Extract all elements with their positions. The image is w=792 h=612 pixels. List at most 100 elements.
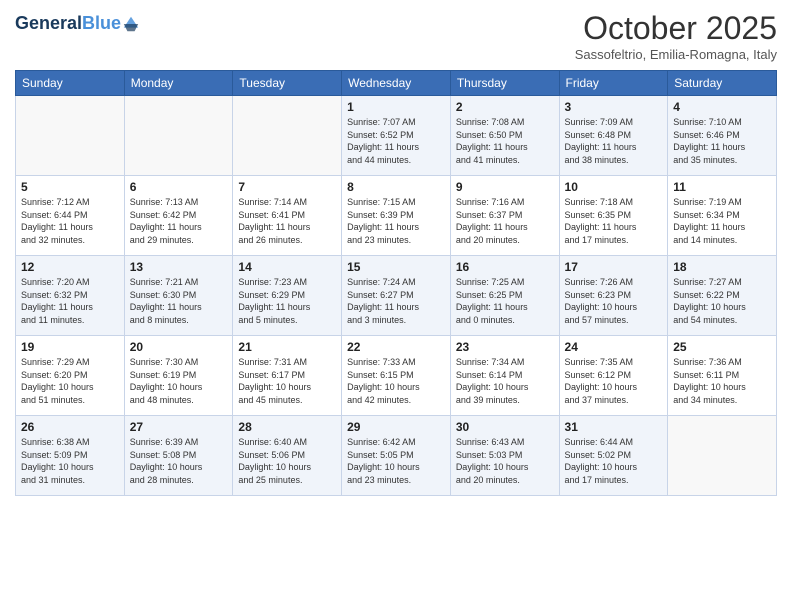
calendar-cell: 8Sunrise: 7:15 AM Sunset: 6:39 PM Daylig… (342, 176, 451, 256)
calendar-cell: 31Sunrise: 6:44 AM Sunset: 5:02 PM Dayli… (559, 416, 668, 496)
cell-content: Sunrise: 6:42 AM Sunset: 5:05 PM Dayligh… (347, 436, 445, 486)
cell-content: Sunrise: 7:23 AM Sunset: 6:29 PM Dayligh… (238, 276, 336, 326)
calendar-cell: 28Sunrise: 6:40 AM Sunset: 5:06 PM Dayli… (233, 416, 342, 496)
cell-content: Sunrise: 7:25 AM Sunset: 6:25 PM Dayligh… (456, 276, 554, 326)
calendar-cell: 3 Sunrise: 7:09 AM Sunset: 6:48 PM Daylig… (559, 96, 668, 176)
logo-icon (122, 15, 140, 33)
cell-content: Sunrise: 7:13 AM Sunset: 6:42 PM Dayligh… (130, 196, 228, 246)
day-number: 5 (21, 180, 119, 194)
col-header-monday: Monday (124, 71, 233, 96)
day-number: 22 (347, 340, 445, 354)
logo-text: GeneralBlue (15, 14, 121, 34)
cell-content: Sunrise: 6:39 AM Sunset: 5:08 PM Dayligh… (130, 436, 228, 486)
day-number: 21 (238, 340, 336, 354)
week-row-2: 5 Sunrise: 7:12 AM Sunset: 6:44 PM Daylig… (16, 176, 777, 256)
cell-content: Sunrise: 6:44 AM Sunset: 5:02 PM Dayligh… (565, 436, 663, 486)
cell-content: Sunrise: 7:30 AM Sunset: 6:19 PM Dayligh… (130, 356, 228, 406)
calendar-cell: 14 Sunrise: 7:23 AM Sunset: 6:29 PM Dayli… (233, 256, 342, 336)
calendar-cell: 19Sunrise: 7:29 AM Sunset: 6:20 PM Dayli… (16, 336, 125, 416)
calendar-cell: 22Sunrise: 7:33 AM Sunset: 6:15 PM Dayli… (342, 336, 451, 416)
calendar-cell: 2 Sunrise: 7:08 AM Sunset: 6:50 PM Daylig… (450, 96, 559, 176)
cell-content: Sunrise: 7:35 AM Sunset: 6:12 PM Dayligh… (565, 356, 663, 406)
calendar-cell (16, 96, 125, 176)
calendar-table: SundayMondayTuesdayWednesdayThursdayFrid… (15, 70, 777, 496)
week-row-5: 26 Sunrise: 6:38 AM Sunset: 5:09 PM Dayli… (16, 416, 777, 496)
calendar-cell (233, 96, 342, 176)
day-number: 3 (565, 100, 663, 114)
day-number: 16 (456, 260, 554, 274)
calendar-cell: 21 Sunrise: 7:31 AM Sunset: 6:17 PM Dayli… (233, 336, 342, 416)
day-number: 24 (565, 340, 663, 354)
calendar-cell: 9 Sunrise: 7:16 AM Sunset: 6:37 PM Daylig… (450, 176, 559, 256)
calendar-cell: 23Sunrise: 7:34 AM Sunset: 6:14 PM Dayli… (450, 336, 559, 416)
cell-content: Sunrise: 7:27 AM Sunset: 6:22 PM Dayligh… (673, 276, 771, 326)
calendar-cell: 25Sunrise: 7:36 AM Sunset: 6:11 PM Dayli… (668, 336, 777, 416)
calendar-cell: 15 Sunrise: 7:24 AM Sunset: 6:27 PM Dayli… (342, 256, 451, 336)
calendar-cell: 12Sunrise: 7:20 AM Sunset: 6:32 PM Dayli… (16, 256, 125, 336)
day-number: 2 (456, 100, 554, 114)
day-number: 8 (347, 180, 445, 194)
header-row: SundayMondayTuesdayWednesdayThursdayFrid… (16, 71, 777, 96)
cell-content: Sunrise: 7:21 AM Sunset: 6:30 PM Dayligh… (130, 276, 228, 326)
calendar-cell: 4 Sunrise: 7:10 AM Sunset: 6:46 PM Daylig… (668, 96, 777, 176)
cell-content: Sunrise: 7:34 AM Sunset: 6:14 PM Dayligh… (456, 356, 554, 406)
page-header: GeneralBlue October 2025 Sassofeltrio, E… (15, 10, 777, 62)
calendar-cell: 26 Sunrise: 6:38 AM Sunset: 5:09 PM Dayli… (16, 416, 125, 496)
calendar-cell: 27Sunrise: 6:39 AM Sunset: 5:08 PM Dayli… (124, 416, 233, 496)
cell-content: Sunrise: 7:10 AM Sunset: 6:46 PM Dayligh… (673, 116, 771, 166)
calendar-cell: 11 Sunrise: 7:19 AM Sunset: 6:34 PM Dayli… (668, 176, 777, 256)
cell-content: Sunrise: 7:24 AM Sunset: 6:27 PM Dayligh… (347, 276, 445, 326)
day-number: 10 (565, 180, 663, 194)
cell-content: Sunrise: 7:26 AM Sunset: 6:23 PM Dayligh… (565, 276, 663, 326)
week-row-4: 19Sunrise: 7:29 AM Sunset: 6:20 PM Dayli… (16, 336, 777, 416)
cell-content: Sunrise: 7:08 AM Sunset: 6:50 PM Dayligh… (456, 116, 554, 166)
day-number: 26 (21, 420, 119, 434)
cell-content: Sunrise: 7:09 AM Sunset: 6:48 PM Dayligh… (565, 116, 663, 166)
day-number: 7 (238, 180, 336, 194)
calendar-cell: 5 Sunrise: 7:12 AM Sunset: 6:44 PM Daylig… (16, 176, 125, 256)
day-number: 11 (673, 180, 771, 194)
day-number: 6 (130, 180, 228, 194)
col-header-thursday: Thursday (450, 71, 559, 96)
calendar-cell: 29Sunrise: 6:42 AM Sunset: 5:05 PM Dayli… (342, 416, 451, 496)
week-row-1: 1 Sunrise: 7:07 AM Sunset: 6:52 PM Daylig… (16, 96, 777, 176)
cell-content: Sunrise: 7:31 AM Sunset: 6:17 PM Dayligh… (238, 356, 336, 406)
col-header-saturday: Saturday (668, 71, 777, 96)
cell-content: Sunrise: 6:43 AM Sunset: 5:03 PM Dayligh… (456, 436, 554, 486)
cell-content: Sunrise: 7:18 AM Sunset: 6:35 PM Dayligh… (565, 196, 663, 246)
day-number: 20 (130, 340, 228, 354)
calendar-cell: 7 Sunrise: 7:14 AM Sunset: 6:41 PM Daylig… (233, 176, 342, 256)
day-number: 14 (238, 260, 336, 274)
day-number: 19 (21, 340, 119, 354)
calendar-cell: 20 Sunrise: 7:30 AM Sunset: 6:19 PM Dayli… (124, 336, 233, 416)
calendar-cell: 10 Sunrise: 7:18 AM Sunset: 6:35 PM Dayli… (559, 176, 668, 256)
day-number: 9 (456, 180, 554, 194)
day-number: 15 (347, 260, 445, 274)
location: Sassofeltrio, Emilia-Romagna, Italy (575, 47, 777, 62)
calendar-cell: 13Sunrise: 7:21 AM Sunset: 6:30 PM Dayli… (124, 256, 233, 336)
day-number: 4 (673, 100, 771, 114)
cell-content: Sunrise: 6:38 AM Sunset: 5:09 PM Dayligh… (21, 436, 119, 486)
calendar-cell: 16 Sunrise: 7:25 AM Sunset: 6:25 PM Dayli… (450, 256, 559, 336)
cell-content: Sunrise: 7:20 AM Sunset: 6:32 PM Dayligh… (21, 276, 119, 326)
calendar-cell (668, 416, 777, 496)
calendar-cell: 1 Sunrise: 7:07 AM Sunset: 6:52 PM Daylig… (342, 96, 451, 176)
cell-content: Sunrise: 7:36 AM Sunset: 6:11 PM Dayligh… (673, 356, 771, 406)
cell-content: Sunrise: 7:14 AM Sunset: 6:41 PM Dayligh… (238, 196, 336, 246)
cell-content: Sunrise: 7:16 AM Sunset: 6:37 PM Dayligh… (456, 196, 554, 246)
day-number: 1 (347, 100, 445, 114)
week-row-3: 12Sunrise: 7:20 AM Sunset: 6:32 PM Dayli… (16, 256, 777, 336)
cell-content: Sunrise: 7:12 AM Sunset: 6:44 PM Dayligh… (21, 196, 119, 246)
col-header-friday: Friday (559, 71, 668, 96)
day-number: 30 (456, 420, 554, 434)
calendar-cell: 6 Sunrise: 7:13 AM Sunset: 6:42 PM Daylig… (124, 176, 233, 256)
month-title: October 2025 (575, 10, 777, 47)
col-header-wednesday: Wednesday (342, 71, 451, 96)
day-number: 17 (565, 260, 663, 274)
cell-content: Sunrise: 7:19 AM Sunset: 6:34 PM Dayligh… (673, 196, 771, 246)
cell-content: Sunrise: 7:07 AM Sunset: 6:52 PM Dayligh… (347, 116, 445, 166)
logo: GeneralBlue (15, 14, 140, 34)
title-block: October 2025 Sassofeltrio, Emilia-Romagn… (575, 10, 777, 62)
calendar-cell: 17 Sunrise: 7:26 AM Sunset: 6:23 PM Dayli… (559, 256, 668, 336)
calendar-cell (124, 96, 233, 176)
